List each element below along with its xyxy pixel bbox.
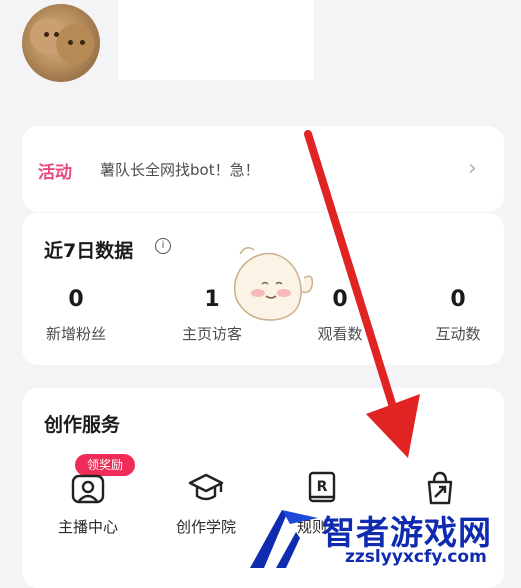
svg-text:R: R bbox=[317, 479, 328, 495]
stat-value-new-fans[interactable]: 0 bbox=[46, 287, 106, 312]
anchor-center-icon[interactable] bbox=[70, 470, 106, 506]
info-icon[interactable]: i bbox=[155, 238, 171, 254]
activity-text[interactable]: 薯队长全网找bot！急！ bbox=[100, 159, 260, 180]
avatar[interactable] bbox=[22, 4, 100, 82]
activity-banner[interactable] bbox=[22, 126, 504, 212]
stat-value-interactions[interactable]: 0 bbox=[428, 287, 488, 312]
graduation-cap-icon[interactable] bbox=[188, 470, 224, 506]
service-label-anchor-center[interactable]: 主播中心 bbox=[38, 516, 138, 537]
username-area bbox=[118, 0, 314, 80]
stat-label-new-fans: 新增粉丝 bbox=[45, 325, 106, 343]
mascot-sticker bbox=[233, 247, 314, 321]
watermark-logo bbox=[250, 510, 318, 568]
shopping-bag-icon[interactable] bbox=[422, 470, 458, 506]
stat-value-views[interactable]: 0 bbox=[310, 287, 370, 312]
chevron-right-icon[interactable]: › bbox=[468, 156, 477, 181]
watermark-url: zzslyyxcfy.com bbox=[345, 547, 487, 567]
rules-book-icon[interactable]: R bbox=[304, 470, 340, 506]
services-title: 创作服务 bbox=[44, 414, 121, 436]
service-label-academy[interactable]: 创作学院 bbox=[156, 516, 256, 537]
stat-label-interactions: 互动数 bbox=[435, 325, 481, 343]
stats-title: 近7日数据 bbox=[44, 240, 134, 262]
activity-tag: 活动 bbox=[38, 163, 72, 183]
